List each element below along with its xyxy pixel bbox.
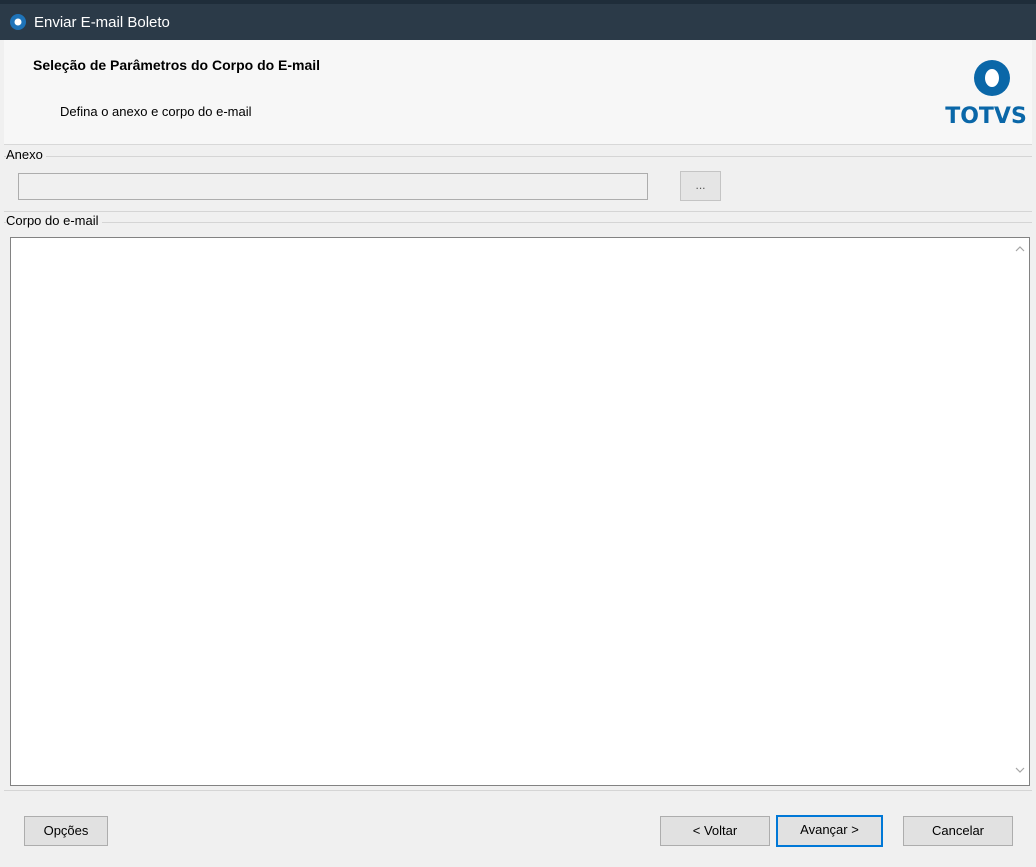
window-title: Enviar E-mail Boleto xyxy=(34,13,170,31)
wizard-dialog: Seleção de Parâmetros do Corpo do E-mail… xyxy=(4,40,1032,867)
corpo-textarea[interactable] xyxy=(11,238,1011,785)
corpo-group-border xyxy=(4,222,1032,223)
next-button[interactable]: Avançar > xyxy=(776,815,883,847)
back-button[interactable]: < Voltar xyxy=(660,816,770,846)
chevron-up-icon[interactable] xyxy=(1011,242,1029,260)
options-button[interactable]: Opções xyxy=(24,816,108,846)
chevron-down-icon[interactable] xyxy=(1011,763,1029,781)
wizard-header: Seleção de Parâmetros do Corpo do E-mail… xyxy=(4,40,1032,145)
logo-text: TOTVS xyxy=(945,104,1027,129)
browse-button[interactable]: ... xyxy=(680,171,721,201)
totvs-logo: TOTVS xyxy=(942,54,1030,134)
app-icon xyxy=(10,14,26,30)
cancel-button[interactable]: Cancelar xyxy=(903,816,1013,846)
corpo-textarea-frame xyxy=(10,237,1030,786)
footer-divider xyxy=(4,790,1032,791)
anexo-label: Anexo xyxy=(6,147,46,162)
corpo-label: Corpo do e-mail xyxy=(6,213,102,228)
page-subtitle: Defina o anexo e corpo do e-mail xyxy=(60,104,252,119)
page-title: Seleção de Parâmetros do Corpo do E-mail xyxy=(33,57,321,73)
anexo-group-border xyxy=(4,156,1032,157)
corpo-group-border-top xyxy=(4,211,1032,212)
vertical-scrollbar[interactable] xyxy=(1011,238,1029,785)
window-titlebar[interactable]: Enviar E-mail Boleto xyxy=(0,4,1036,40)
totvs-logo-mark xyxy=(974,60,1010,96)
anexo-input[interactable] xyxy=(18,173,648,200)
